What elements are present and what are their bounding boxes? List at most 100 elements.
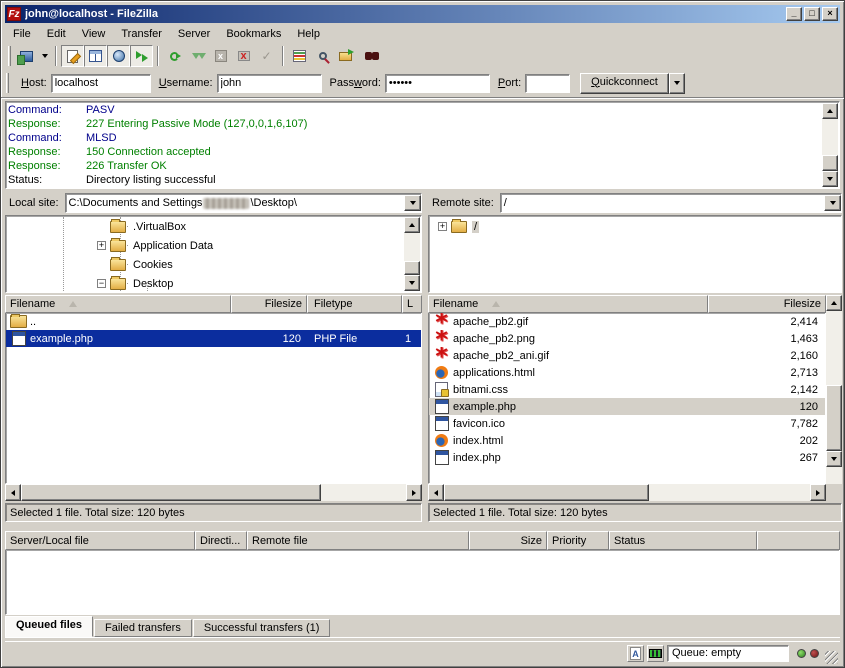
remote-file-row[interactable]: apache_pb2.gif 2,414 — [429, 313, 825, 330]
tree-expander-plus[interactable]: + — [438, 222, 447, 231]
host-input[interactable] — [51, 74, 151, 93]
tree-item-root[interactable]: + / — [430, 217, 840, 236]
scroll-track[interactable] — [826, 311, 842, 385]
scroll-up-button[interactable] — [822, 103, 838, 119]
scroll-track[interactable] — [649, 484, 810, 501]
refresh-button[interactable] — [163, 45, 186, 67]
local-horizontal-scrollbar[interactable] — [5, 484, 422, 501]
remote-file-row[interactable]: apache_pb2_ani.gif 2,160 — [429, 347, 825, 364]
site-manager-dropdown-button[interactable] — [38, 45, 51, 67]
scroll-up-button[interactable] — [826, 295, 842, 311]
resize-grip[interactable] — [825, 651, 838, 664]
scroll-track[interactable] — [404, 233, 420, 261]
scroll-down-button[interactable] — [404, 275, 420, 291]
remote-file-row[interactable]: applications.html 2,713 — [429, 364, 825, 381]
toggle-message-log-button[interactable] — [61, 45, 84, 67]
tree-item-application-data[interactable]: + Application Data — [7, 236, 420, 255]
scroll-thumb[interactable] — [444, 484, 649, 501]
remote-file-row[interactable]: bitnami.css 2,142 — [429, 381, 825, 398]
scroll-track[interactable] — [822, 119, 838, 155]
title-bar[interactable]: Fz john@localhost - FileZilla _ □ × — [5, 5, 840, 23]
remote-file-row[interactable]: index.html 202 — [429, 432, 825, 449]
column-header-last-modified[interactable]: L — [402, 295, 422, 313]
column-header-remote-file[interactable]: Remote file — [247, 531, 469, 550]
remote-horizontal-scrollbar[interactable] — [428, 484, 826, 501]
scroll-left-button[interactable] — [428, 484, 444, 501]
scroll-thumb[interactable] — [21, 484, 321, 501]
column-header-priority[interactable]: Priority — [547, 531, 609, 550]
scroll-thumb[interactable] — [404, 261, 420, 275]
column-header-status[interactable]: Status — [609, 531, 757, 550]
column-header-filename[interactable]: Filename — [5, 295, 231, 313]
column-header-size[interactable]: Size — [469, 531, 547, 550]
remote-site-combo[interactable]: / — [500, 193, 842, 213]
tab-queued-files[interactable]: Queued files — [5, 616, 93, 637]
column-header-server-local-file[interactable]: Server/Local file — [5, 531, 195, 550]
minimize-button[interactable]: _ — [786, 7, 802, 21]
tree-item-cookies[interactable]: Cookies — [7, 255, 420, 274]
remote-file-row[interactable]: favicon.ico 7,782 — [429, 415, 825, 432]
menu-help[interactable]: Help — [289, 25, 328, 43]
column-header-filesize[interactable]: Filesize — [231, 295, 307, 313]
menu-transfer[interactable]: Transfer — [113, 25, 170, 43]
scroll-right-button[interactable] — [810, 484, 826, 501]
quickconnect-dropdown-button[interactable] — [669, 73, 685, 94]
menu-edit[interactable]: Edit — [39, 25, 74, 43]
menu-bookmarks[interactable]: Bookmarks — [218, 25, 289, 43]
toggle-local-tree-button[interactable] — [84, 45, 107, 67]
site-manager-button[interactable] — [15, 45, 38, 67]
process-queue-button[interactable] — [186, 45, 209, 67]
tree-item-desktop[interactable]: − Desktop — [7, 274, 420, 291]
menu-file[interactable]: File — [5, 25, 39, 43]
menu-view[interactable]: View — [74, 25, 114, 43]
tree-expander-minus[interactable]: − — [97, 279, 106, 288]
tab-failed-transfers[interactable]: Failed transfers — [94, 619, 192, 637]
column-header-filesize[interactable]: Filesize — [708, 295, 826, 313]
scroll-track[interactable] — [321, 484, 406, 501]
remote-site-dropdown-button[interactable] — [824, 195, 841, 211]
close-button[interactable]: × — [822, 7, 838, 21]
local-file-row-example-php[interactable]: example.php 120 PHP File 1 — [6, 330, 421, 347]
tree-item-virtualbox[interactable]: .VirtualBox — [7, 217, 420, 236]
column-header-filetype[interactable]: Filetype — [307, 295, 402, 313]
password-input[interactable] — [385, 74, 490, 93]
cancel-transfer-button[interactable]: x — [209, 45, 232, 67]
toolbar-grip[interactable] — [8, 46, 11, 66]
local-tree-vertical-scrollbar[interactable] — [404, 217, 420, 291]
remote-file-row[interactable]: index.php 267 — [429, 449, 825, 466]
log-vertical-scrollbar[interactable] — [822, 103, 838, 187]
scroll-down-button[interactable] — [826, 451, 842, 467]
queue-list[interactable] — [5, 550, 840, 615]
column-header-filename[interactable]: Filename — [428, 295, 708, 313]
remote-list-vertical-scrollbar[interactable] — [826, 295, 842, 484]
scroll-thumb[interactable] — [826, 385, 842, 451]
quickbar-grip[interactable] — [6, 73, 9, 93]
scroll-right-button[interactable] — [406, 484, 422, 501]
local-site-dropdown-button[interactable] — [404, 195, 421, 211]
scroll-down-button[interactable] — [822, 171, 838, 187]
ascii-data-type-icon[interactable]: A — [627, 645, 644, 662]
reconnect-button[interactable]: ✓ — [255, 45, 278, 67]
remote-file-row-selected[interactable]: example.php 120 — [429, 398, 825, 415]
quickconnect-button[interactable]: Quickconnect — [580, 73, 669, 94]
port-input[interactable] — [525, 74, 570, 93]
directory-comparison-button[interactable] — [311, 45, 334, 67]
scroll-left-button[interactable] — [5, 484, 21, 501]
username-input[interactable] — [217, 74, 322, 93]
speedlimit-icon[interactable] — [647, 645, 664, 662]
maximize-button[interactable]: □ — [804, 7, 820, 21]
disconnect-button[interactable]: x — [232, 45, 255, 67]
scroll-thumb[interactable] — [822, 155, 838, 171]
find-files-button[interactable] — [357, 45, 380, 67]
scroll-up-button[interactable] — [404, 217, 420, 233]
menu-server[interactable]: Server — [170, 25, 218, 43]
tab-successful-transfers[interactable]: Successful transfers (1) — [193, 619, 331, 637]
local-site-combo[interactable]: C:\Documents and Settings\Desktop\ — [65, 193, 422, 213]
toggle-transfer-queue-button[interactable] — [130, 45, 153, 67]
local-file-row-up[interactable]: .. — [6, 313, 421, 330]
synchronized-browsing-button[interactable] — [334, 45, 357, 67]
toggle-remote-tree-button[interactable] — [107, 45, 130, 67]
filter-button[interactable] — [288, 45, 311, 67]
column-header-direction[interactable]: Directi... — [195, 531, 247, 550]
tree-expander-plus[interactable]: + — [97, 241, 106, 250]
